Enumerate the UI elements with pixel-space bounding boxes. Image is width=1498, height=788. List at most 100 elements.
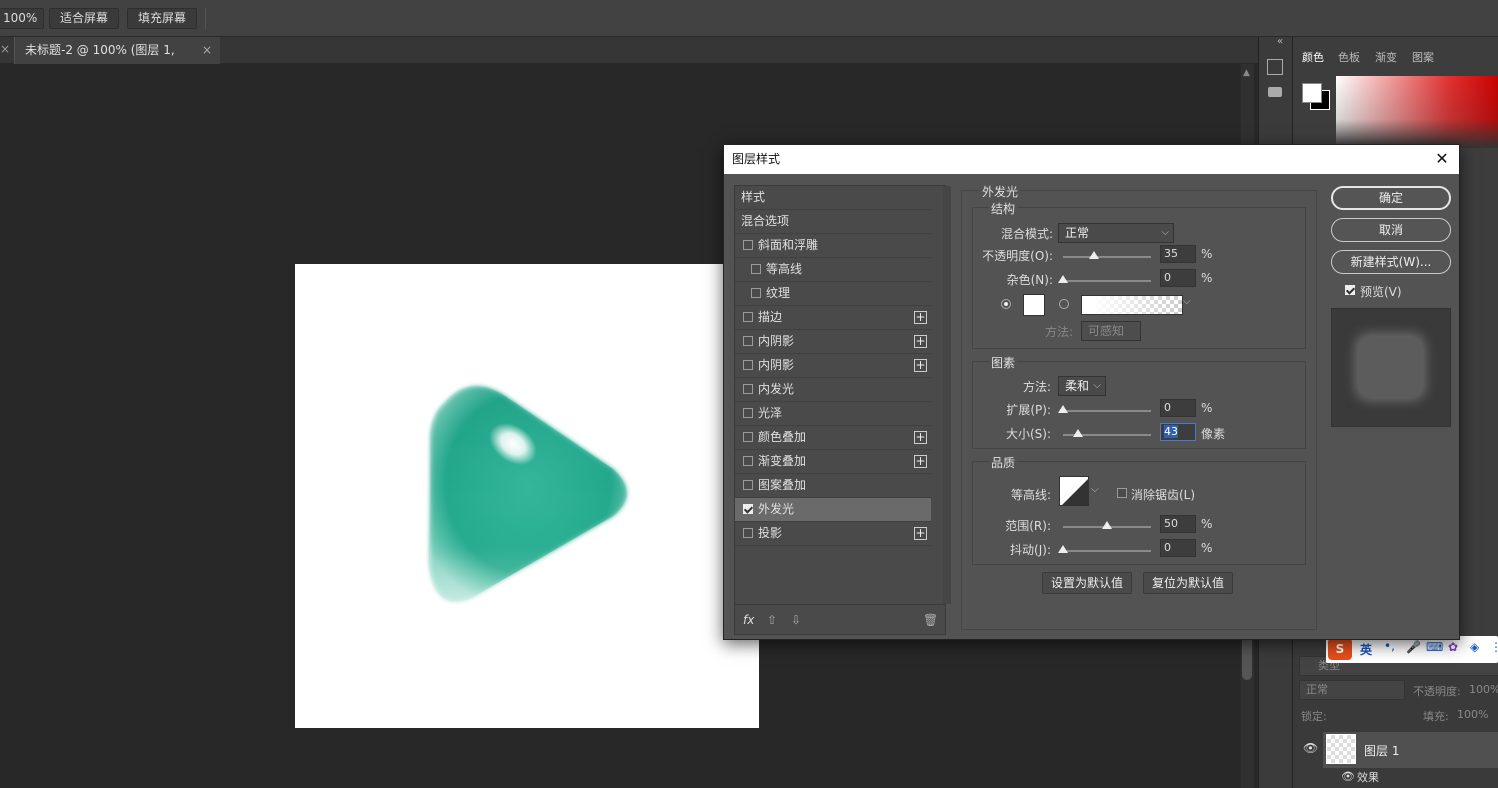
technique-select[interactable]: 柔和 ⌵: [1058, 376, 1106, 396]
layer-row[interactable]: 图层 1: [1323, 732, 1498, 768]
contour-chevron-down-icon[interactable]: ⌵: [1091, 484, 1099, 495]
tab-close-icon[interactable]: ×: [202, 37, 212, 63]
move-down-icon[interactable]: ⇩: [791, 613, 801, 627]
scroll-up-arrow-icon[interactable]: ▲: [1243, 68, 1250, 78]
sogou-logo-icon[interactable]: S: [1328, 638, 1352, 660]
fit-screen-button[interactable]: 适合屏幕: [49, 8, 120, 29]
style-item[interactable]: 内阴影 +: [735, 330, 931, 354]
add-effect-icon[interactable]: +: [914, 455, 927, 468]
mic-icon[interactable]: 🎤: [1406, 640, 1421, 654]
size-input[interactable]: 43: [1160, 423, 1196, 441]
cancel-button[interactable]: 取消: [1331, 218, 1451, 242]
style-checkbox[interactable]: [743, 336, 753, 346]
style-item[interactable]: 混合选项: [735, 210, 931, 234]
gradient-chevron-down-icon[interactable]: ⌵: [1183, 296, 1191, 307]
blend-mode-select[interactable]: 正常 ⌵: [1058, 223, 1174, 243]
fill-value[interactable]: 100%: [1457, 708, 1488, 721]
zoom-100-button[interactable]: 100%: [0, 8, 45, 29]
opacity-slider[interactable]: [1063, 256, 1151, 258]
contour-picker[interactable]: [1059, 476, 1089, 506]
gradient-radio[interactable]: [1059, 299, 1069, 309]
document-canvas[interactable]: [295, 264, 759, 728]
style-item[interactable]: 光泽: [735, 402, 931, 426]
new-style-button[interactable]: 新建样式(W)...: [1331, 250, 1451, 274]
style-item[interactable]: 等高线: [735, 258, 931, 282]
prev-tab-close-icon[interactable]: ×: [0, 42, 10, 56]
ok-button[interactable]: 确定: [1331, 186, 1451, 210]
noise-input[interactable]: 0: [1160, 269, 1196, 287]
jitter-input[interactable]: 0: [1160, 539, 1196, 557]
tab-color[interactable]: 颜色: [1302, 49, 1324, 65]
ime-language[interactable]: 英: [1360, 641, 1372, 658]
add-effect-icon[interactable]: +: [914, 359, 927, 372]
opacity-slider-thumb[interactable]: [1088, 251, 1099, 259]
preview-checkbox[interactable]: [1345, 285, 1355, 295]
style-item[interactable]: 描边 +: [735, 306, 931, 330]
spread-input[interactable]: 0: [1160, 399, 1196, 417]
style-checkbox[interactable]: [743, 432, 753, 442]
style-item[interactable]: 纹理: [735, 282, 931, 306]
color-spectrum[interactable]: [1336, 76, 1498, 148]
style-item[interactable]: 内发光: [735, 378, 931, 402]
antialias-checkbox[interactable]: [1117, 488, 1127, 498]
layer-opacity-value[interactable]: 100%: [1469, 683, 1498, 696]
noise-slider[interactable]: [1063, 280, 1151, 282]
set-default-button[interactable]: 设置为默认值: [1042, 572, 1132, 594]
style-checkbox[interactable]: [743, 240, 753, 250]
styles-list-scrollbar[interactable]: [943, 186, 951, 604]
foreground-color-swatch[interactable]: [1302, 83, 1322, 103]
glow-color-swatch[interactable]: [1023, 294, 1045, 316]
glow-gradient-swatch[interactable]: [1081, 295, 1183, 315]
comments-panel-icon[interactable]: [1268, 87, 1282, 97]
keyboard-icon[interactable]: ⌨: [1426, 640, 1443, 654]
style-item[interactable]: 颜色叠加 +: [735, 426, 931, 450]
more-icon[interactable]: ⋮: [1490, 640, 1498, 654]
method-select[interactable]: 可感知: [1081, 321, 1141, 341]
style-checkbox[interactable]: [743, 312, 753, 322]
jitter-slider[interactable]: [1063, 550, 1151, 552]
document-tab[interactable]: 未标题-2 @ 100% (图层 1, RGB/8) * ×: [14, 37, 220, 83]
dialog-title-bar[interactable]: 图层样式 ✕: [724, 145, 1459, 174]
style-checkbox[interactable]: [743, 504, 753, 514]
visibility-eye-icon[interactable]: 👁: [1303, 741, 1318, 755]
style-checkbox[interactable]: [743, 360, 753, 370]
reset-default-button[interactable]: 复位为默认值: [1143, 572, 1233, 594]
range-slider-thumb[interactable]: [1102, 521, 1112, 529]
game-icon[interactable]: ◈: [1470, 640, 1479, 654]
style-checkbox[interactable]: [743, 408, 753, 418]
solid-color-radio[interactable]: [1001, 299, 1011, 309]
style-item[interactable]: 外发光: [735, 498, 931, 522]
spread-slider[interactable]: [1063, 410, 1151, 412]
style-item[interactable]: 内阴影 +: [735, 354, 931, 378]
style-checkbox[interactable]: [743, 384, 753, 394]
tab-patterns[interactable]: 图案: [1412, 49, 1434, 65]
move-up-icon[interactable]: ⇧: [767, 613, 777, 627]
opacity-input[interactable]: 35: [1160, 245, 1196, 263]
style-item[interactable]: 渐变叠加 +: [735, 450, 931, 474]
add-effect-icon[interactable]: +: [914, 527, 927, 540]
effects-eye-icon[interactable]: 👁: [1341, 770, 1355, 783]
style-item[interactable]: 斜面和浮雕: [735, 234, 931, 258]
punctuation-icon[interactable]: •,: [1384, 639, 1395, 653]
range-input[interactable]: 50: [1160, 515, 1196, 533]
tab-swatches[interactable]: 色板: [1338, 49, 1360, 65]
add-effect-icon[interactable]: +: [914, 311, 927, 324]
trash-icon[interactable]: 🗑: [923, 613, 938, 627]
collapse-panels-icon[interactable]: «: [1277, 36, 1283, 47]
size-slider-thumb[interactable]: [1072, 429, 1083, 437]
jitter-slider-thumb[interactable]: [1058, 545, 1068, 553]
style-checkbox[interactable]: [743, 456, 753, 466]
fill-screen-button[interactable]: 填充屏幕: [127, 8, 198, 29]
style-checkbox[interactable]: [743, 480, 753, 490]
layer-blend-mode-select[interactable]: 正常: [1299, 680, 1405, 700]
style-item[interactable]: 投影 +: [735, 522, 931, 546]
style-checkbox[interactable]: [743, 528, 753, 538]
style-item[interactable]: 样式: [735, 186, 931, 210]
close-icon[interactable]: ✕: [1431, 148, 1453, 170]
noise-slider-thumb[interactable]: [1058, 275, 1068, 283]
history-panel-icon[interactable]: [1267, 59, 1283, 75]
add-effect-icon[interactable]: +: [914, 431, 927, 444]
skin-icon[interactable]: ✿: [1448, 640, 1458, 654]
fx-icon[interactable]: fx: [743, 613, 754, 627]
add-effect-icon[interactable]: +: [914, 335, 927, 348]
